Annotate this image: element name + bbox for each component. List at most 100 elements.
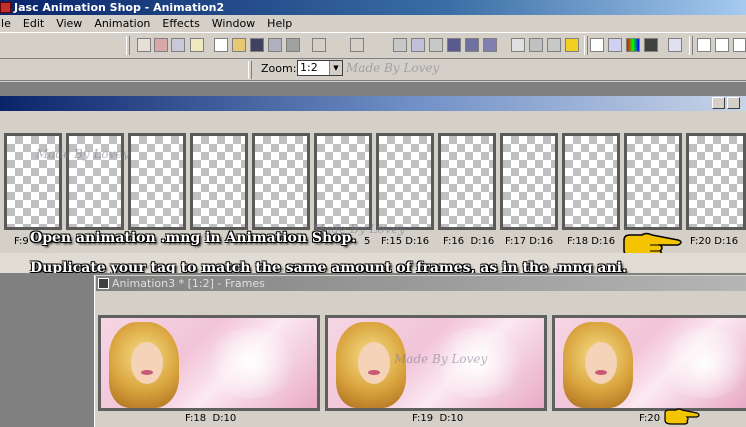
tag-face [131, 342, 163, 384]
tag-glow [655, 328, 746, 398]
undo-icon[interactable] [312, 38, 326, 52]
tag-lips [141, 370, 153, 375]
toolbar-grip[interactable] [689, 36, 693, 55]
animation3-title: Animation3 * [1:2] - Frames [112, 277, 265, 290]
maximize-button[interactable] [727, 97, 740, 109]
frame-number: F:16 [443, 236, 465, 247]
zoom-label: Zoom: [261, 62, 297, 75]
frame-thumbnail[interactable] [98, 315, 320, 411]
frame-delay: D:10 [212, 413, 237, 424]
app-icon[interactable] [0, 2, 11, 13]
menu-effects[interactable]: Effects [156, 15, 205, 32]
app-title-bar: Jasc Animation Shop - Animation2 [0, 0, 746, 15]
chevron-down-icon[interactable]: ▼ [329, 61, 342, 75]
frame-delay: D:10 [439, 413, 464, 424]
palette-icon[interactable] [626, 38, 640, 52]
animation3-title-bar[interactable]: Animation3 * [1:2] - Frames [96, 276, 746, 291]
magnify-icon[interactable] [590, 38, 604, 52]
frame-label: F:9 [14, 236, 29, 247]
paste-icon[interactable] [429, 38, 443, 52]
main-toolbar [0, 32, 746, 59]
frame-number: F:17 [505, 236, 527, 247]
tag-glow [201, 328, 301, 398]
watermark: Made By Lovey [36, 147, 130, 161]
redo-icon[interactable] [350, 38, 364, 52]
flag-icon[interactable] [154, 38, 168, 52]
tag-lips [368, 370, 380, 375]
frame-thumbnail[interactable] [562, 133, 620, 230]
redo-dropdown-icon[interactable] [368, 38, 378, 52]
frame-label: F:18 D:10 [185, 413, 236, 424]
open-folder-icon[interactable] [232, 38, 246, 52]
app-title: Jasc Animation Shop - Animation2 [14, 1, 225, 14]
save-icon[interactable] [250, 38, 264, 52]
undo-dropdown-icon[interactable] [330, 38, 340, 52]
frame-thumbnail[interactable] [314, 133, 372, 230]
menu-file[interactable]: ile [0, 15, 17, 32]
frame-number: F:19 [412, 413, 434, 424]
menu-animation[interactable]: Animation [88, 15, 156, 32]
new-animation-icon[interactable] [190, 38, 204, 52]
menu-bar: ileEditViewAnimationEffectsWindowHelp [0, 15, 746, 32]
frame-delay: D:16 [405, 236, 430, 247]
copy-icon[interactable] [411, 38, 425, 52]
frame-number: F:9 [14, 236, 29, 247]
frame-delay: D:16 [529, 236, 554, 247]
toolbar-grip[interactable] [126, 36, 130, 55]
browse-icon[interactable] [286, 38, 300, 52]
frame-delay: D:16 [470, 236, 495, 247]
frame-thumbnail[interactable] [500, 133, 558, 230]
select-all-icon[interactable] [511, 38, 525, 52]
frame-number: F:20 [639, 413, 661, 424]
toolbar-grip[interactable] [584, 36, 588, 55]
help-icon[interactable] [668, 38, 682, 52]
paste-before-icon[interactable] [465, 38, 479, 52]
arrow-icon[interactable] [697, 38, 711, 52]
menu-view[interactable]: View [50, 15, 88, 32]
minimize-button[interactable] [712, 97, 725, 109]
new-icon[interactable] [137, 38, 151, 52]
workspace-background [0, 82, 746, 96]
zoom-select[interactable]: 1:2 ▼ [297, 60, 343, 76]
move-icon[interactable] [733, 38, 746, 52]
frame-label: F:19 D:10 [412, 413, 463, 424]
watermark: Made By Lovey [346, 61, 440, 75]
frame-thumbnail[interactable] [190, 133, 248, 230]
view-animation-icon[interactable] [608, 38, 622, 52]
crop-icon[interactable] [529, 38, 543, 52]
filmstrip-icon[interactable] [644, 38, 658, 52]
frame-label: 5 [364, 236, 370, 247]
frame-thumbnail[interactable] [376, 133, 434, 230]
animation2-title-bar [0, 96, 746, 111]
menu-help[interactable]: Help [261, 15, 298, 32]
frame-thumbnail[interactable] [438, 133, 496, 230]
menu-edit[interactable]: Edit [17, 15, 50, 32]
frame-label: F:16 D:16 [443, 236, 494, 247]
frame-label: F:20 D:16 [690, 236, 738, 247]
frame-delay: D:16 [591, 236, 616, 247]
resize-icon[interactable] [547, 38, 561, 52]
menu-window[interactable]: Window [206, 15, 261, 32]
tag-lips [595, 370, 607, 375]
frame-thumbnail[interactable] [686, 133, 746, 230]
pointing-hand-icon [664, 408, 700, 425]
frame-delay: 5 [364, 236, 371, 247]
frame-number: F:15 [381, 236, 403, 247]
paste-frames-icon[interactable] [447, 38, 461, 52]
frame-thumbnail[interactable] [624, 133, 682, 230]
cut-icon[interactable] [393, 38, 407, 52]
frame-thumbnail[interactable] [252, 133, 310, 230]
new-file-icon[interactable] [214, 38, 228, 52]
frame-thumbnail[interactable] [128, 133, 186, 230]
wizard-icon[interactable] [171, 38, 185, 52]
watermark: Made By Lovey [394, 352, 488, 366]
document-icon [98, 278, 109, 289]
tag-face [358, 342, 390, 384]
effects-icon[interactable] [565, 38, 579, 52]
toolbar-grip[interactable] [248, 61, 252, 79]
zoom-icon[interactable] [715, 38, 729, 52]
print-icon[interactable] [268, 38, 282, 52]
tag-face [585, 342, 617, 384]
paste-after-icon[interactable] [483, 38, 497, 52]
frame-thumbnail[interactable] [552, 315, 746, 411]
